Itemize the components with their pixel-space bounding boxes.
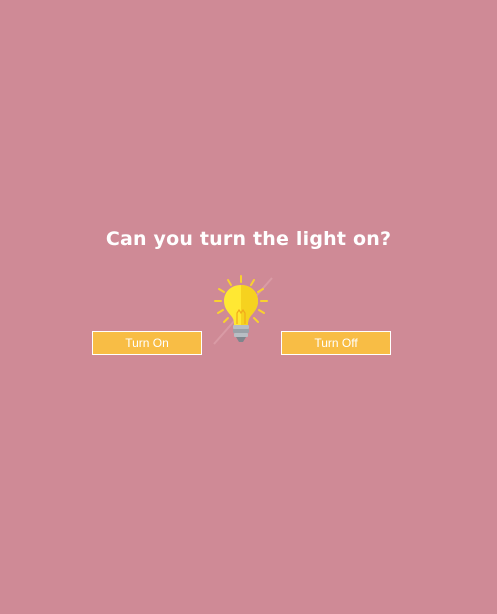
turn-off-button[interactable]: Turn Off xyxy=(281,331,391,355)
question-heading: Can you turn the light on? xyxy=(105,228,392,250)
light-bulb-icon xyxy=(208,272,276,348)
turn-on-button[interactable]: Turn On xyxy=(92,331,202,355)
